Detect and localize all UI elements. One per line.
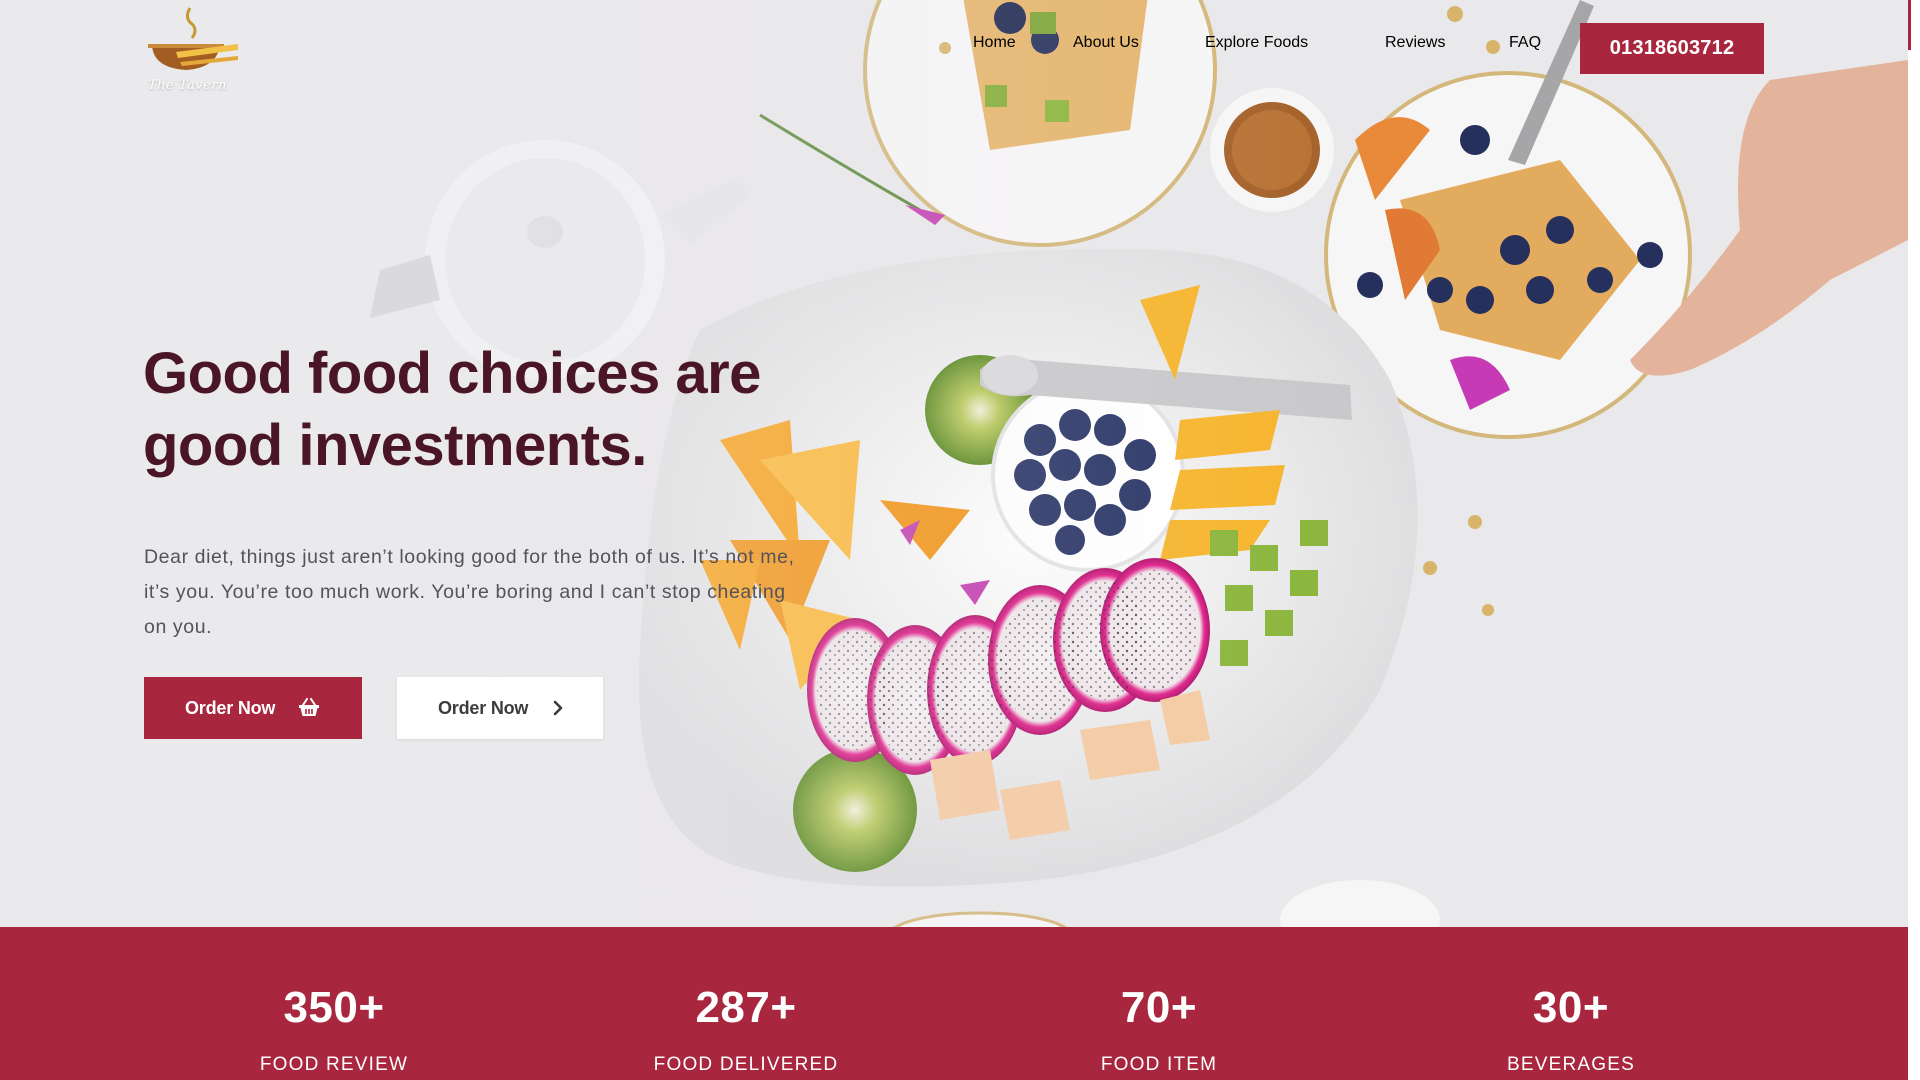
stats-band: 350+ FOOD REVIEW 287+ FOOD DELIVERED 70+… xyxy=(0,927,1908,1080)
page-right-edge xyxy=(1908,0,1920,1080)
nav-about-us[interactable]: About Us xyxy=(1073,34,1139,52)
order-now-label-secondary: Order Now xyxy=(438,697,529,718)
order-now-button-primary[interactable]: Order Now xyxy=(144,677,362,739)
nav-home[interactable]: Home xyxy=(973,34,1016,52)
hero-description: Dear diet, things just aren’t looking go… xyxy=(144,546,795,638)
chevron-right-icon xyxy=(553,700,563,716)
stat-label: FOOD REVIEW xyxy=(259,1054,409,1075)
stat-value: 30+ xyxy=(1532,983,1610,1032)
stat-label: FOOD DELIVERED xyxy=(653,1054,839,1075)
brand-name: The Tavern xyxy=(148,78,227,93)
order-now-button-secondary[interactable]: Order Now xyxy=(397,677,603,739)
stat-value: 287+ xyxy=(695,983,797,1032)
hero-headline: Good food choices are good investments. xyxy=(143,338,843,482)
stat-label: BEVERAGES xyxy=(1506,1054,1635,1075)
scroll-indicator[interactable] xyxy=(1908,0,1911,50)
stat-label: FOOD ITEM xyxy=(1100,1054,1218,1075)
headline-line-1: Good food choices are xyxy=(143,341,761,406)
phone-button[interactable]: 01318603712 xyxy=(1580,23,1764,74)
headline-line-2: good investments. xyxy=(143,413,647,478)
nav-faq[interactable]: FAQ xyxy=(1509,34,1541,52)
basket-icon xyxy=(299,698,319,716)
hero-section: The Tavern Home About Us Explore Foods R… xyxy=(0,0,1908,927)
nav-reviews[interactable]: Reviews xyxy=(1385,34,1445,52)
order-now-label: Order Now xyxy=(185,697,276,718)
nav-explore-foods[interactable]: Explore Foods xyxy=(1205,34,1308,52)
stat-value: 350+ xyxy=(283,983,385,1032)
stat-value: 70+ xyxy=(1120,983,1198,1032)
